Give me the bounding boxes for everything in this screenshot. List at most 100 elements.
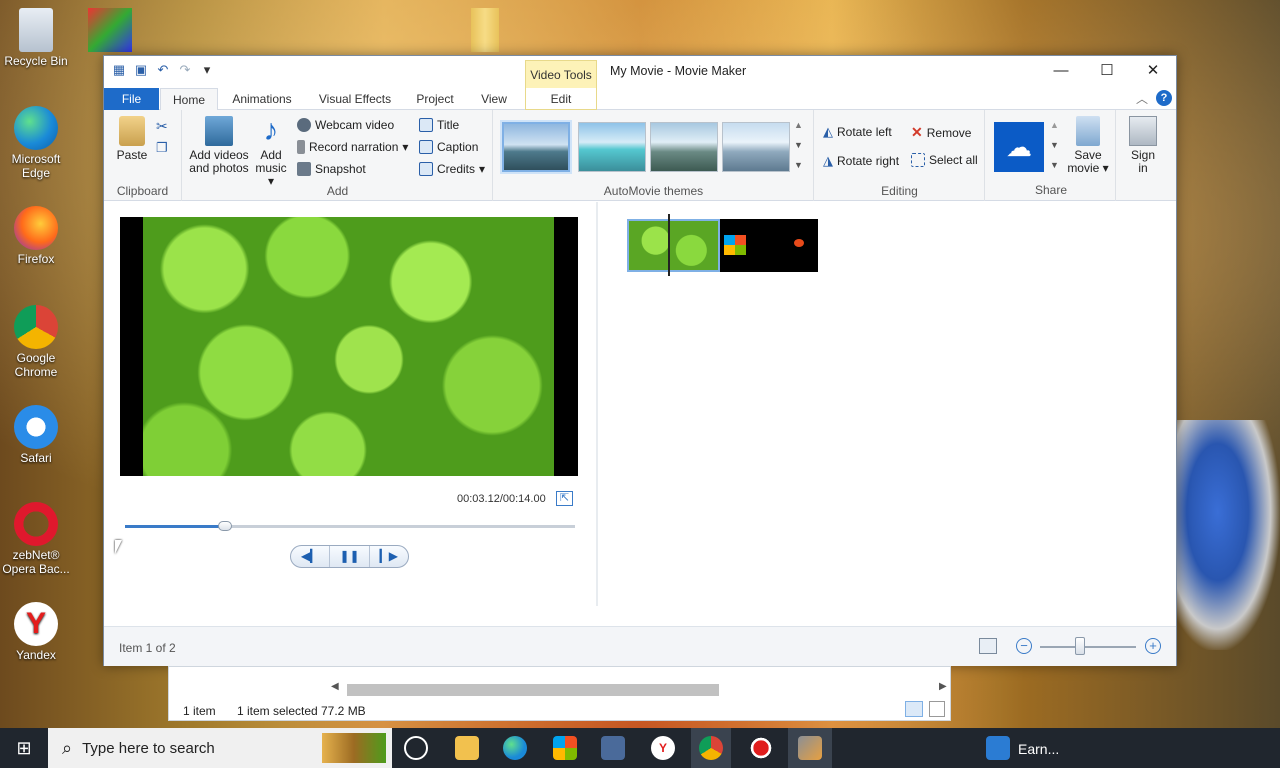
share-scroll-down-icon[interactable]: ▼ — [1050, 140, 1059, 150]
previous-frame-button[interactable]: ◀▎ — [291, 546, 331, 567]
tab-edit[interactable]: Edit — [525, 88, 597, 110]
storyboard-clip-clover[interactable] — [627, 219, 720, 272]
desktop-icon-recycle-bin[interactable]: Recycle Bin — [0, 8, 72, 68]
word-taskbar-button[interactable]: Earn... — [980, 728, 1100, 768]
movie-maker-app-icon[interactable]: ▦ — [112, 63, 126, 77]
redo-icon[interactable]: ↷ — [178, 63, 192, 77]
theme-contemporary[interactable] — [578, 122, 646, 172]
zoom-slider-thumb[interactable] — [1075, 637, 1086, 655]
storyboard-playhead[interactable] — [668, 214, 670, 276]
fullscreen-preview-button[interactable]: ⇱ — [556, 491, 573, 506]
edge-icon — [14, 106, 58, 150]
details-view-icon[interactable] — [905, 701, 923, 717]
add-music-button[interactable]: ♪ Add music ▾ — [253, 116, 289, 188]
taskbar-search[interactable]: ⌕ Type here to search — [48, 728, 392, 768]
credits-button[interactable]: Credits ▾ — [419, 162, 485, 176]
desktop-icon-google-chrome[interactable]: Google Chrome — [0, 305, 72, 379]
desktop-icon-zebnet-opera[interactable]: zebNet® Opera Bac... — [0, 502, 72, 576]
dropdown-arrow-icon: ▾ — [479, 162, 486, 176]
zoom-out-button[interactable]: − — [1016, 638, 1032, 654]
paste-button[interactable]: Paste — [112, 116, 152, 162]
webcam-icon — [297, 118, 311, 132]
movie-maker-taskbar-button[interactable] — [788, 728, 832, 768]
sign-in-button[interactable]: Sign in — [1122, 116, 1164, 175]
desktop-icon-microsoft-edge[interactable]: Microsoft Edge — [0, 106, 72, 180]
thumbnail-view-icon[interactable] — [979, 638, 997, 654]
add-music-label-2: music — [255, 161, 287, 175]
save-icon[interactable]: ▣ — [134, 63, 148, 77]
yandex-icon: Y — [14, 602, 58, 646]
title-button[interactable]: Title — [419, 118, 459, 132]
rotate-left-button[interactable]: ◭ Rotate left — [823, 124, 892, 140]
themes-more-icon[interactable]: ▼ — [794, 160, 803, 170]
rotate-right-icon: ◮ — [823, 153, 833, 168]
close-button[interactable]: ✕ — [1130, 56, 1176, 86]
edge-taskbar-icon[interactable] — [503, 736, 527, 760]
rotate-left-label: Rotate left — [837, 125, 892, 139]
customize-qat-icon[interactable]: ▾ — [200, 63, 214, 77]
next-frame-button[interactable]: ▎▶ — [370, 546, 408, 567]
theme-pan-zoom[interactable] — [722, 122, 790, 172]
explorer-size: 77.2 MB — [321, 704, 366, 718]
share-scroll-up-icon[interactable]: ▲ — [1050, 120, 1059, 130]
pane-splitter[interactable] — [596, 202, 598, 606]
rotate-right-button[interactable]: ◮ Rotate right — [823, 153, 899, 169]
recorder-icon[interactable] — [749, 736, 773, 760]
chrome-taskbar-button[interactable] — [691, 728, 731, 768]
tab-animations[interactable]: Animations — [224, 88, 300, 110]
title-label: Title — [437, 118, 460, 132]
search-placeholder: Type here to search — [82, 739, 215, 757]
themes-scroll-down-icon[interactable]: ▼ — [794, 140, 803, 150]
pause-button[interactable]: ❚❚ — [330, 546, 370, 567]
tab-view[interactable]: View — [473, 88, 515, 110]
tab-project[interactable]: Project — [409, 88, 461, 110]
yandex-taskbar-icon[interactable]: Y — [651, 736, 675, 760]
theme-fade[interactable] — [650, 122, 718, 172]
help-icon[interactable]: ? — [1156, 90, 1172, 106]
webcam-video-button[interactable]: Webcam video — [297, 118, 394, 132]
snapshot-button[interactable]: Snapshot — [297, 162, 366, 176]
minimize-ribbon-icon[interactable]: ︿ — [1136, 90, 1148, 107]
undo-icon[interactable]: ↶ — [156, 63, 170, 77]
scroll-right-icon[interactable]: ▶ — [939, 681, 947, 692]
theme-default[interactable] — [502, 122, 570, 172]
tab-home[interactable]: Home — [160, 88, 218, 111]
seek-bar[interactable] — [125, 521, 575, 531]
zoom-in-button[interactable]: + — [1145, 638, 1161, 654]
preview-monitor[interactable] — [120, 217, 578, 476]
maximize-button[interactable]: ☐ — [1084, 56, 1130, 86]
small-logo-icon — [794, 239, 804, 247]
desktop-icon-partial[interactable] — [88, 8, 132, 52]
large-icons-view-icon[interactable] — [929, 701, 945, 717]
group-label-share: Share — [1034, 183, 1068, 197]
task-view-icon[interactable] — [404, 736, 428, 760]
store-icon[interactable] — [553, 736, 577, 760]
select-all-button[interactable]: Select all — [911, 153, 978, 167]
record-narration-button[interactable]: Record narration ▾ — [297, 140, 408, 154]
desktop-icon-firefox[interactable]: Firefox — [0, 206, 72, 266]
save-movie-button[interactable]: Save movie ▾ — [1066, 116, 1110, 175]
copy-icon[interactable]: ❐ — [156, 140, 168, 156]
seek-bar-thumb[interactable] — [218, 521, 233, 531]
desktop-icon-yandex[interactable]: Y Yandex — [0, 602, 72, 662]
computer-icon[interactable] — [601, 736, 625, 760]
start-button[interactable]: ⊞ — [0, 728, 48, 768]
horizontal-scrollbar-thumb[interactable] — [347, 684, 719, 696]
tab-visual-effects[interactable]: Visual Effects — [312, 88, 398, 110]
tab-file[interactable]: File — [104, 88, 159, 110]
desktop-icon-zip[interactable] — [471, 8, 499, 52]
cut-icon[interactable]: ✂ — [156, 118, 168, 135]
themes-scroll-up-icon[interactable]: ▲ — [794, 120, 803, 130]
share-more-icon[interactable]: ▼ — [1050, 160, 1059, 170]
onedrive-share-button[interactable]: ☁ — [994, 122, 1044, 172]
zoom-slider[interactable] — [1040, 646, 1136, 648]
minimize-button[interactable]: — — [1038, 56, 1084, 86]
user-icon — [1129, 116, 1157, 146]
remove-button[interactable]: ✕ Remove — [911, 124, 971, 141]
storyboard-clip-logo[interactable] — [720, 219, 818, 272]
file-explorer-icon[interactable] — [455, 736, 479, 760]
scroll-left-icon[interactable]: ◀ — [331, 681, 339, 692]
desktop-icon-safari[interactable]: Safari — [0, 405, 72, 465]
caption-button[interactable]: Caption — [419, 140, 478, 154]
add-videos-photos-button[interactable]: Add videos and photos — [186, 116, 252, 175]
